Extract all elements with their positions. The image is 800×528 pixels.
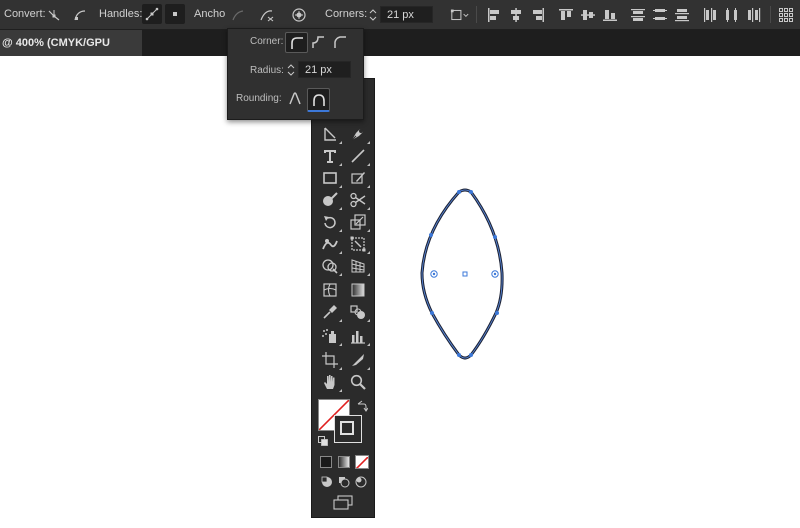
distribute-right-icon[interactable] [744, 5, 764, 25]
mesh-icon[interactable] [318, 279, 342, 301]
stroke-swatch[interactable] [334, 415, 362, 443]
free-transform-icon[interactable] [346, 233, 370, 255]
rounding-label: Rounding: [236, 93, 282, 104]
document-tab[interactable]: @ 400% (CMYK/GPU Preview) [0, 30, 142, 75]
align-left-icon[interactable] [484, 5, 504, 25]
radius-label: Radius: [250, 65, 284, 76]
eyedropper-icon[interactable] [318, 301, 342, 323]
color-mode-button[interactable] [320, 456, 332, 468]
draw-behind-icon[interactable] [337, 475, 351, 489]
align-right-icon[interactable] [528, 5, 548, 25]
swap-fill-stroke-icon[interactable] [356, 399, 369, 412]
anchor-connect-icon[interactable] [257, 5, 277, 25]
document-tab-bar: @ 400% (CMYK/GPU Preview) [0, 30, 800, 75]
type-icon[interactable] [318, 145, 342, 167]
align-bottom-icon[interactable] [600, 5, 620, 25]
rectangle-icon[interactable] [318, 167, 342, 189]
distribute-left-icon[interactable] [700, 5, 720, 25]
corners-stepper[interactable] [368, 6, 378, 23]
artboard-icon[interactable] [318, 349, 342, 371]
isolate-icon[interactable] [289, 5, 309, 25]
draw-inside-icon[interactable] [354, 475, 368, 489]
grid-icon[interactable] [776, 5, 796, 25]
convert-smooth-icon[interactable] [44, 5, 64, 25]
rounding-absolute-icon[interactable] [285, 88, 305, 108]
handles-show-icon[interactable] [142, 4, 162, 24]
convert-corner-icon[interactable] [70, 5, 90, 25]
artboard-canvas[interactable] [0, 56, 800, 528]
column-graph-icon[interactable] [346, 325, 370, 347]
zoom-icon[interactable] [346, 371, 370, 393]
shaper-icon[interactable] [318, 189, 342, 211]
blend-icon[interactable] [346, 301, 370, 323]
gradient-mode-button[interactable] [338, 456, 350, 468]
draw-normal-icon[interactable] [320, 475, 334, 489]
pen-icon[interactable] [346, 123, 370, 145]
handles-hide-icon[interactable] [165, 4, 185, 24]
none-mode-button[interactable] [355, 455, 369, 469]
corner-label: Corner: [250, 36, 284, 47]
convert-label: Convert: [4, 8, 46, 20]
separator [770, 6, 771, 23]
scale-icon[interactable] [346, 211, 370, 233]
corner-inverted-round-icon[interactable] [308, 32, 328, 52]
rounding-relative-icon[interactable] [307, 88, 330, 112]
line-segment-icon[interactable] [346, 145, 370, 167]
radius-stepper[interactable] [286, 61, 296, 78]
warp-icon[interactable] [318, 233, 342, 255]
slice-icon[interactable] [346, 349, 370, 371]
align-hcenter-icon[interactable] [506, 5, 526, 25]
paintbrush-icon[interactable] [346, 167, 370, 189]
separator [476, 6, 477, 23]
transform-icon[interactable] [450, 5, 470, 25]
perspective-grid-icon[interactable] [346, 255, 370, 277]
default-colors-icon[interactable] [318, 433, 328, 446]
scissors-icon[interactable] [346, 189, 370, 211]
rotate-icon[interactable] [318, 211, 342, 233]
anchors-label: Ancho [194, 8, 226, 20]
corners-radius-input[interactable]: 21 px [380, 6, 433, 23]
distribute-top-icon[interactable] [628, 5, 648, 25]
distribute-vcenter-icon[interactable] [650, 5, 670, 25]
corner-chamfer-icon[interactable] [330, 32, 350, 52]
symbol-sprayer-icon[interactable] [318, 325, 342, 347]
control-bar: Convert: Handles: Ancho Corners: 21 px [0, 0, 800, 30]
align-vcenter-icon[interactable] [578, 5, 598, 25]
shape-builder-icon[interactable] [318, 255, 342, 277]
distribute-hcenter-icon[interactable] [722, 5, 742, 25]
corners-label: Corners: [325, 8, 368, 20]
align-top-icon[interactable] [556, 5, 576, 25]
corner-round-icon[interactable] [285, 32, 308, 53]
gradient-icon[interactable] [346, 279, 370, 301]
tools-panel [311, 78, 375, 518]
radius-input[interactable]: 21 px [298, 61, 351, 78]
anchor-remove-icon[interactable] [228, 5, 248, 25]
screen-mode-icon[interactable] [332, 495, 354, 511]
distribute-bottom-icon[interactable] [672, 5, 692, 25]
rounded-leaf-shape[interactable] [410, 185, 520, 365]
hand-icon[interactable] [318, 371, 342, 393]
line-pen-icon[interactable] [318, 123, 342, 145]
corners-popup: Corner: Radius: 21 px Rounding: [227, 28, 364, 120]
handles-label: Handles: [99, 8, 143, 20]
